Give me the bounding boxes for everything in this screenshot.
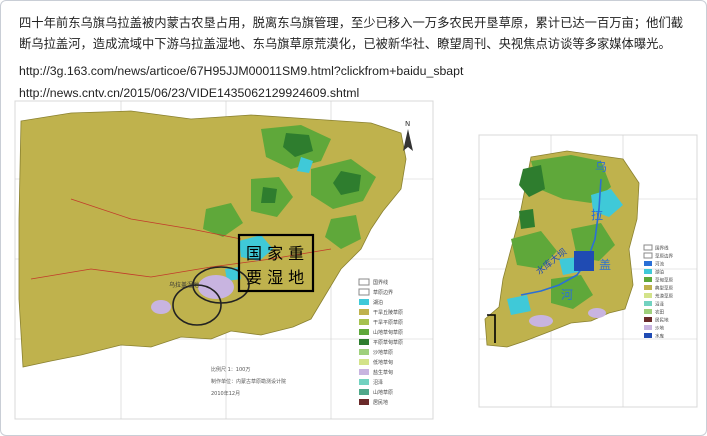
left-legend-10: 沼泽 [373, 379, 383, 386]
right-legend-6: 荒漠草原 [655, 293, 673, 300]
left-legend-2: 湖泊 [373, 299, 383, 306]
maps-svg: 乌拉盖湿地 国 家 重 要 湿 地 N 国界线 草原边界 湖泊 干旱丘陵草原 干… [14, 100, 698, 420]
national-wetland-label-top: 国 家 重 [246, 244, 304, 263]
maps-area: 乌拉盖湿地 国 家 重 要 湿 地 N 国界线 草原边界 湖泊 干旱丘陵草原 干… [11, 99, 699, 429]
right-legend-2: 河流 [655, 261, 664, 268]
left-legend-4: 干旱平原草原 [373, 319, 403, 326]
left-legend-7: 沙地草原 [373, 349, 393, 356]
right-legend-3: 湖泊 [655, 269, 664, 276]
right-legend-7: 沼泽 [655, 301, 664, 308]
left-legend-6: 平原草甸草原 [373, 339, 403, 346]
svg-text:N: N [405, 120, 410, 128]
reservoir-dam-marker [574, 251, 594, 271]
left-legend-12: 居民地 [373, 399, 388, 406]
right-legend-5: 典型草原 [655, 285, 673, 292]
left-legend-0: 国界线 [373, 279, 388, 286]
article-frame: 四十年前东乌旗乌拉盖被内蒙古农垦占用，脱离东乌旗管理，至少已移入一万多农民开垦草… [0, 0, 707, 436]
right-legend-10: 沙地 [655, 325, 664, 332]
left-legend-5: 山地草甸草原 [373, 329, 403, 336]
left-legend-11: 山地草原 [373, 389, 393, 396]
right-legend-8: 农田 [655, 309, 664, 316]
national-wetland-label-bottom: 要 湿 地 [246, 268, 304, 287]
right-legend-4: 草甸草原 [655, 277, 673, 284]
river-char-1: 乌 [595, 159, 607, 174]
svg-text:比例尺 1：100万: 比例尺 1：100万 [211, 366, 250, 373]
right-legend-0: 国界线 [655, 245, 669, 252]
river-char-4: 河 [561, 288, 573, 302]
article-paragraph: 四十年前东乌旗乌拉盖被内蒙古农垦占用，脱离东乌旗管理，至少已移入一万多农民开垦草… [19, 16, 684, 51]
left-legend-3: 干旱丘陵草原 [373, 309, 403, 316]
river-char-2: 拉 [591, 207, 603, 222]
right-legend-1: 草原边界 [655, 253, 673, 260]
left-legend-9: 盐生草甸 [373, 369, 393, 376]
left-map-place-label: 乌拉盖湿地 [169, 281, 199, 289]
right-legend-9: 居民地 [655, 317, 669, 324]
left-legend-8: 低地草甸 [373, 359, 393, 366]
svg-text:2010年12月: 2010年12月 [211, 390, 240, 397]
article-text: 四十年前东乌旗乌拉盖被内蒙古农垦占用，脱离东乌旗管理，至少已移入一万多农民开垦草… [19, 13, 689, 104]
right-legend-11: 水库 [655, 333, 664, 340]
svg-text:制作单位：内蒙古草原勘测设计院: 制作单位：内蒙古草原勘测设计院 [211, 378, 286, 385]
river-char-3: 盖 [599, 258, 611, 272]
left-legend-1: 草原边界 [373, 289, 393, 296]
url-link-1[interactable]: http://3g.163.com/news/articoe/67H95JJM0… [19, 60, 689, 82]
